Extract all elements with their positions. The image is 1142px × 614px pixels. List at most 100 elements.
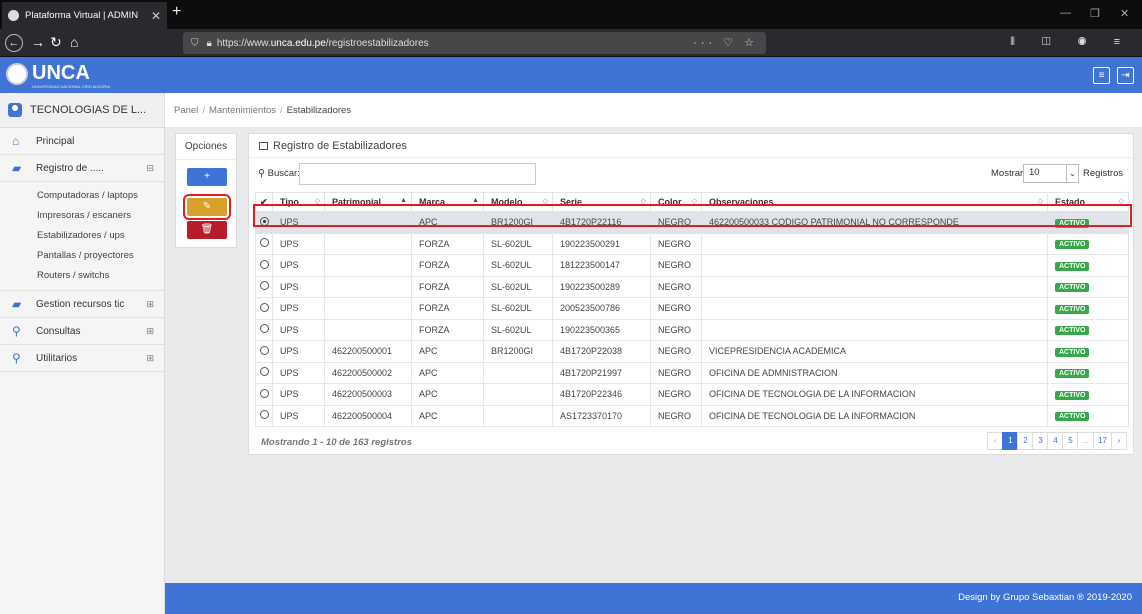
row-radio[interactable] xyxy=(260,302,269,312)
row-radio-cell[interactable] xyxy=(255,232,273,255)
expand-icon[interactable]: ⊞ xyxy=(146,299,154,310)
subitem-impresoras[interactable]: Impresoras / escaners xyxy=(0,206,164,226)
minimize-icon[interactable]: — xyxy=(1060,7,1071,19)
back-icon[interactable]: ← xyxy=(5,34,23,52)
subitem-pantallas[interactable]: Pantallas / proyectores xyxy=(0,246,164,266)
delete-button[interactable]: 🗑︎ xyxy=(187,221,227,239)
table-row[interactable]: UPS 462200500001 APC BR1200GI 4B1720P22038 NE… xyxy=(255,340,1129,363)
row-radio[interactable] xyxy=(260,281,269,291)
sidebar-item-registro[interactable]: ▰ Registro de ..... ⊟ xyxy=(0,155,164,182)
page-button[interactable]: 4 xyxy=(1047,432,1064,450)
subitem-estabilizadores[interactable]: Estabilizadores / ups xyxy=(0,226,164,246)
url-bar[interactable]: ⛉ 🔒︎ https://www. unca.edu.pe/registroest… xyxy=(183,32,766,54)
status-badge: ACTIVO xyxy=(1055,347,1090,357)
breadcrumb-mantenimientos[interactable]: Mantenimientos xyxy=(209,105,276,116)
table-row[interactable]: UPS FORZA SL-602UL 190223500365 NEGRO ACTIVO xyxy=(255,318,1129,341)
sidebar-item-utilitarios[interactable]: ⚲ Utilitarios ⊞ xyxy=(0,345,164,372)
forward-icon[interactable]: → xyxy=(31,34,45,50)
subitem-routers[interactable]: Routers / switchs xyxy=(0,266,164,286)
table-row[interactable]: UPS APC BR1200GI 4B1720P22116 NEGRO 462200500… xyxy=(255,211,1129,234)
row-radio[interactable] xyxy=(260,410,269,420)
row-radio[interactable] xyxy=(260,238,269,248)
col-observaciones[interactable]: Observaciones ◇ xyxy=(701,192,1048,212)
row-radio[interactable] xyxy=(260,216,269,226)
table-row[interactable]: UPS FORZA SL-602UL 181223500147 NEGRO ACTIVO xyxy=(255,254,1129,277)
logo-subtitle: UNIVERSIDAD NACIONAL CIRO ALEGRIA xyxy=(32,84,111,89)
table-cell: UPS xyxy=(272,232,325,255)
browser-tab[interactable]: Plataforma Virtual | ADMIN ✕ xyxy=(2,2,167,29)
row-radio-cell[interactable] xyxy=(255,254,273,277)
sidebar: TECNOLOGIAS DE L... ⌂ Principal ▰ Regist… xyxy=(0,93,165,614)
row-radio-cell[interactable] xyxy=(255,297,273,320)
table-row[interactable]: UPS FORZA SL-602UL 200523500786 NEGRO ACTIVO xyxy=(255,297,1129,320)
table-cell: 181223500147 xyxy=(552,254,651,277)
col-patrimonial[interactable]: Patrimonial ▲ xyxy=(324,192,412,212)
table-cell xyxy=(701,254,1048,277)
sidebar-item-consultas[interactable]: ⚲ Consultas ⊞ xyxy=(0,318,164,345)
table-cell: UPS xyxy=(272,211,325,234)
row-radio[interactable] xyxy=(260,259,269,269)
row-radio[interactable] xyxy=(260,345,269,355)
collapse-icon[interactable]: ⊟ xyxy=(146,163,154,174)
page-button[interactable]: 2 xyxy=(1017,432,1034,450)
search-icon: ⚲ xyxy=(12,324,21,338)
row-radio-cell[interactable] xyxy=(255,361,273,384)
row-radio-cell[interactable] xyxy=(255,340,273,363)
row-radio[interactable] xyxy=(260,388,269,398)
row-radio-cell[interactable] xyxy=(255,404,273,427)
logout-button[interactable]: ⇥ xyxy=(1117,67,1134,84)
table-row[interactable]: UPS 462200500004 APC AS1723370170 NEGRO OFICI… xyxy=(255,404,1129,427)
col-modelo[interactable]: Modelo ◇ xyxy=(483,192,553,212)
row-radio-cell[interactable] xyxy=(255,211,273,234)
table-cell: OFICINA DE ADMNISTRACION xyxy=(701,361,1048,384)
row-radio[interactable] xyxy=(260,324,269,334)
subitem-computadoras[interactable]: Computadoras / laptops xyxy=(0,186,164,206)
page-button[interactable]: 3 xyxy=(1032,432,1049,450)
col-color[interactable]: Color ◇ xyxy=(650,192,702,212)
plus-icon: + xyxy=(204,171,210,182)
table-row[interactable]: UPS 462200500003 APC 4B1720P22346 NEGRO OFICI… xyxy=(255,383,1129,406)
search-input[interactable] xyxy=(299,163,536,185)
row-radio-cell[interactable] xyxy=(255,275,273,298)
expand-icon[interactable]: ⊞ xyxy=(146,353,154,364)
table-cell: 4B1720P22346 xyxy=(552,383,651,406)
edit-button[interactable]: ✎ xyxy=(183,194,231,220)
sidebar-item-principal[interactable]: ⌂ Principal xyxy=(0,128,164,155)
table-row[interactable]: UPS FORZA SL-602UL 190223500289 NEGRO ACTIVO xyxy=(255,275,1129,298)
logo: UNCA UNIVERSIDAD NACIONAL CIRO ALEGRIA xyxy=(6,62,110,89)
row-radio-cell[interactable] xyxy=(255,318,273,341)
row-radio[interactable] xyxy=(260,367,269,377)
table-row[interactable]: UPS FORZA SL-602UL 190223500291 NEGRO ACTIVO xyxy=(255,232,1129,255)
reload-icon[interactable]: ↻ xyxy=(50,34,62,51)
close-window-icon[interactable]: ✕ xyxy=(1120,7,1129,20)
tab-close-icon[interactable]: ✕ xyxy=(151,9,161,23)
col-estado[interactable]: Estado ◇ xyxy=(1047,192,1129,212)
select-all-header[interactable]: ✔ xyxy=(255,192,273,212)
col-serie[interactable]: Serie ◇ xyxy=(552,192,651,212)
expand-icon[interactable]: ⊞ xyxy=(146,326,154,337)
table-row[interactable]: UPS 462200500002 APC 4B1720P21997 NEGRO OFICI… xyxy=(255,361,1129,384)
col-tipo[interactable]: Tipo ◇ xyxy=(272,192,325,212)
page-button[interactable]: 5 xyxy=(1062,432,1079,450)
page-size-select[interactable]: 10 ⌄ xyxy=(1023,164,1079,183)
table-cell xyxy=(701,318,1048,341)
col-marca[interactable]: Marca ▲ xyxy=(411,192,484,212)
new-tab-icon[interactable]: + xyxy=(172,3,181,21)
table-cell: FORZA xyxy=(411,275,484,298)
page-size-value: 10 xyxy=(1029,167,1040,178)
page-button[interactable]: 1 xyxy=(1002,432,1019,450)
add-button[interactable]: + xyxy=(187,168,227,186)
next-page-icon[interactable]: › xyxy=(1111,432,1127,450)
sidebar-item-gestion[interactable]: ▰ Gestion recursos tic ⊞ xyxy=(0,291,164,318)
home-icon[interactable]: ⌂ xyxy=(70,34,78,50)
toolbar-icons[interactable]: ⫴ ◫ ◉ ≡ xyxy=(1010,36,1132,49)
user-panel[interactable]: TECNOLOGIAS DE L... xyxy=(0,93,164,128)
prev-page-icon[interactable]: ‹ xyxy=(987,432,1004,450)
breadcrumb-panel[interactable]: Panel xyxy=(174,105,198,116)
row-radio-cell[interactable] xyxy=(255,383,273,406)
page-button[interactable]: 17 xyxy=(1093,432,1112,450)
maximize-icon[interactable]: ❐ xyxy=(1090,7,1100,20)
table-cell: BR1200GI xyxy=(483,340,553,363)
menu-toggle-button[interactable]: ≡ xyxy=(1093,67,1110,84)
page-actions-icon[interactable]: ··· ♡ ☆ xyxy=(693,36,758,49)
